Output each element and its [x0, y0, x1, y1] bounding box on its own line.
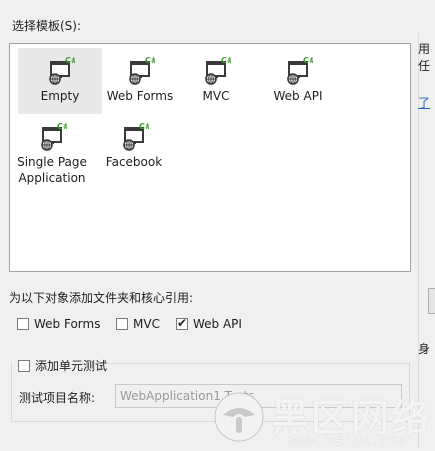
reference-mvc-checkbox[interactable]: MVC	[116, 317, 160, 331]
svg-text:C#: C#	[139, 122, 149, 131]
template-list[interactable]: C# Empty C# Web Forms C# MVC C# Web API …	[9, 43, 411, 272]
right-panel-text-bottom: 身	[418, 342, 431, 356]
watermark-url: www.heiqu.com	[289, 431, 407, 449]
checkbox-label: 添加单元测试	[35, 359, 108, 373]
checkbox-box[interactable]	[116, 318, 128, 330]
template-mvc[interactable]: C# MVC	[174, 48, 258, 114]
select-template-label: 选择模板(S):	[12, 19, 82, 33]
csharp-web-project-icon: C#	[125, 56, 158, 86]
group-divider	[96, 363, 410, 364]
right-panel-text-line1: 用	[418, 42, 431, 56]
checkbox-box[interactable]: ✔	[176, 316, 188, 330]
svg-text:C#: C#	[57, 122, 67, 131]
template-label: Single Page Application	[17, 155, 87, 185]
template-empty[interactable]: C# Empty	[18, 48, 102, 114]
test-project-name-label: 测试项目名称:	[19, 391, 96, 405]
right-panel-button[interactable]	[428, 288, 435, 314]
svg-text:C#: C#	[145, 56, 155, 65]
svg-text:C#: C#	[65, 56, 75, 65]
csharp-web-project-icon: C#	[37, 122, 70, 152]
checkbox-box[interactable]	[17, 318, 29, 330]
csharp-web-project-icon: C#	[119, 122, 152, 152]
csharp-web-project-icon: C#	[283, 56, 316, 86]
template-label: Facebook	[105, 155, 163, 169]
reference-web-api-checkbox[interactable]: ✔ Web API	[176, 316, 242, 331]
watermark: 黑区网络 www.heiqu.com	[205, 385, 435, 451]
reference-web-forms-checkbox[interactable]: Web Forms	[17, 317, 100, 331]
template-label: MVC	[202, 89, 230, 103]
csharp-web-project-icon: C#	[45, 56, 78, 86]
references-label: 为以下对象添加文件夹和核心引用:	[9, 291, 194, 305]
checkbox-box[interactable]	[18, 359, 30, 372]
template-facebook[interactable]: C# Facebook	[92, 114, 176, 180]
template-label: Empty	[40, 89, 80, 103]
checkbox-label: Web API	[193, 317, 242, 331]
new-project-dialog: 选择模板(S): C# Empty C# Web Forms C# MVC C#…	[0, 0, 435, 451]
add-unit-test-checkbox[interactable]: 添加单元测试	[18, 357, 107, 374]
svg-text:C#: C#	[221, 56, 231, 65]
checkmark-icon: ✔	[177, 316, 188, 330]
checkbox-label: Web Forms	[34, 317, 101, 331]
template-web-api[interactable]: C# Web API	[256, 48, 340, 114]
right-panel-text-line2: 任	[418, 59, 431, 73]
svg-text:C#: C#	[303, 56, 313, 65]
checkbox-label: MVC	[133, 317, 160, 331]
csharp-web-project-icon: C#	[201, 56, 234, 86]
right-panel-link[interactable]: 了	[418, 94, 435, 111]
template-label: Web API	[273, 89, 323, 103]
watermark-logo-icon	[214, 392, 264, 442]
template-single-page-application[interactable]: C# Single Page Application	[10, 114, 94, 194]
